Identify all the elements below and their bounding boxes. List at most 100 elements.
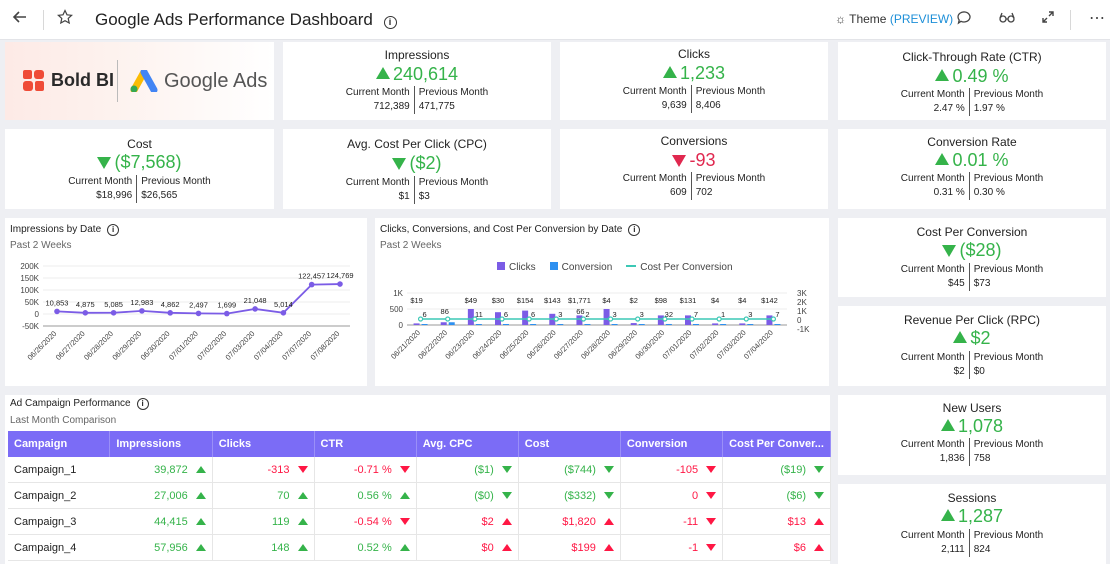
kpi-value: ($28) bbox=[838, 240, 1106, 261]
x-tick-label: 06/28/2020 bbox=[82, 329, 115, 362]
table-row[interactable]: Campaign_3 44,415 119 -0.54 % $2 $1,820 -11 $13 bbox=[8, 508, 831, 535]
table-row[interactable]: Campaign_4 57,956 148 0.52 % $0 $199 -1 $6 bbox=[8, 534, 831, 561]
data-label: 12,983 bbox=[130, 298, 153, 307]
arrow-down-icon bbox=[814, 491, 824, 499]
conversion-bar bbox=[530, 324, 537, 325]
fullscreen-icon[interactable] bbox=[1040, 9, 1056, 31]
kpi-cpc: Avg. Cost Per Click (CPC) ($2) Current M… bbox=[283, 129, 551, 209]
table-cell: -1 bbox=[620, 534, 724, 561]
table-row[interactable]: Campaign_1 39,872 -313 -0.71 % ($1) ($744) -10… bbox=[8, 457, 831, 483]
cell-value: 39,872 bbox=[154, 463, 188, 476]
trend-up-icon bbox=[940, 419, 955, 431]
conversion-bar bbox=[665, 323, 672, 325]
y2-tick-label: 3K bbox=[797, 289, 807, 298]
x-tick-label: 07/03/2020 bbox=[224, 329, 257, 362]
table-cell: ($0) bbox=[416, 482, 519, 509]
table-cell: 0.52 % bbox=[314, 534, 417, 561]
column-header[interactable]: Cost Per Conver... bbox=[722, 431, 831, 457]
data-point bbox=[82, 310, 89, 316]
cell-value: $199 bbox=[571, 541, 596, 554]
conversion-bar bbox=[720, 324, 727, 325]
arrow-down-icon bbox=[297, 465, 308, 473]
info-icon[interactable]: i bbox=[136, 398, 149, 410]
arrow-up-icon bbox=[501, 543, 512, 551]
kpi-impressions: Impressions 240,614 Current Month 712,389… bbox=[283, 42, 551, 120]
clicks-bar bbox=[413, 323, 420, 325]
cpc-data-label: $4 bbox=[738, 296, 746, 305]
boldbi-logo-icon bbox=[23, 70, 44, 91]
column-header[interactable]: Conversion bbox=[620, 431, 724, 457]
trend-up-icon bbox=[662, 66, 677, 78]
column-header[interactable]: Impressions bbox=[109, 431, 213, 457]
kpi-comparison: Current Month 2.47 % Previous Month 1.97 % bbox=[900, 88, 1044, 116]
kpi-cost: Cost ($7,568) Current Month $18,996 Previ… bbox=[5, 129, 274, 209]
star-icon[interactable] bbox=[57, 9, 73, 31]
conversion-data-label: 3 bbox=[558, 310, 562, 319]
column-header[interactable]: Cost bbox=[518, 431, 621, 457]
trend-up-icon bbox=[935, 69, 950, 81]
kpi-conversion-rate: Conversion Rate 0.01 % Current Month 0.31… bbox=[838, 129, 1106, 209]
table-cell: -313 bbox=[212, 457, 315, 483]
cell-value: 0.56 % bbox=[357, 489, 392, 502]
clicks-bar bbox=[630, 323, 637, 325]
trend-down-icon bbox=[392, 158, 407, 170]
arrow-up-icon bbox=[195, 491, 206, 499]
impressions-by-date-widget: Impressions by Date i Past 2 Weeks 200K 15… bbox=[5, 218, 367, 386]
x-tick-label: 07/04/2020 bbox=[742, 328, 775, 361]
cpc-data-label: $143 bbox=[544, 296, 561, 305]
table-row[interactable]: Campaign_2 27,006 70 0.56 % ($0) ($332) 0 ($6) bbox=[8, 482, 831, 509]
trend-down-icon bbox=[97, 157, 112, 169]
impressions-line-chart: 200K 150K 100K 50K 0 -50K 10,853 4,875 5,085 12,9… bbox=[20, 262, 353, 362]
clicks-combo-chart: 1K50003K2K1K0-1K$19606/21/20208606/22/20… bbox=[389, 289, 810, 361]
x-tick-label: 07/07/2020 bbox=[280, 329, 313, 362]
kpi-value: $2 bbox=[838, 328, 1106, 349]
google-ads-logo-text: Google Ads bbox=[164, 70, 268, 92]
data-label: 5,014 bbox=[274, 300, 293, 309]
theme-button[interactable]: ☼ Theme (PREVIEW) bbox=[835, 12, 953, 26]
theme-preview-label: (PREVIEW) bbox=[889, 12, 954, 26]
arrow-up-icon bbox=[195, 543, 206, 551]
data-point bbox=[167, 310, 173, 316]
column-header[interactable]: Clicks bbox=[212, 431, 315, 457]
x-tick-label: 06/29/2020 bbox=[110, 329, 143, 362]
comment-icon[interactable] bbox=[956, 9, 972, 31]
arrow-up-icon bbox=[603, 543, 614, 551]
conversion-data-label: 6 bbox=[531, 310, 535, 319]
table-cell: 0 bbox=[620, 482, 724, 509]
back-arrow-icon[interactable] bbox=[12, 9, 28, 31]
kpi-cost-per-conversion: Cost Per Conversion ($28) Current Month $… bbox=[838, 218, 1106, 297]
column-header[interactable]: Campaign bbox=[8, 431, 111, 457]
y-tick-label: 200K bbox=[20, 262, 39, 271]
conversion-data-label: 2 bbox=[585, 310, 589, 319]
column-header[interactable]: Avg. CPC bbox=[416, 431, 519, 457]
theme-label: Theme bbox=[849, 12, 887, 26]
kpi-comparison: Current Month $1 Previous Month $3 bbox=[345, 176, 489, 204]
conversion-bar bbox=[557, 324, 564, 325]
campaign-name: Campaign_4 bbox=[8, 534, 110, 561]
conversion-bar bbox=[611, 324, 618, 325]
glasses-icon[interactable] bbox=[998, 9, 1016, 31]
data-label: 2,497 bbox=[189, 300, 208, 309]
logo-tile: Bold BI Google Ads bbox=[5, 42, 274, 120]
y-tick-label: 0 bbox=[399, 321, 404, 330]
arrow-down-icon bbox=[399, 517, 410, 525]
arrow-down-icon bbox=[814, 465, 824, 473]
data-label: 4,862 bbox=[161, 300, 180, 309]
cpc-data-label: $4 bbox=[602, 296, 610, 305]
arrow-up-icon bbox=[603, 517, 614, 525]
cell-value: ($0) bbox=[474, 489, 494, 502]
y-tick-label: 100K bbox=[20, 286, 39, 295]
arrow-up-icon bbox=[297, 517, 308, 525]
y2-tick-label: -1K bbox=[797, 325, 810, 334]
cpc-data-label: $4 bbox=[711, 296, 719, 305]
kpi-comparison: Current Month 609 Previous Month 702 bbox=[622, 172, 766, 200]
campaign-table: Campaign Impressions Clicks CTR Avg. CPC… bbox=[8, 431, 831, 561]
conversion-data-label: 1 bbox=[721, 310, 725, 319]
info-icon[interactable]: i bbox=[383, 16, 397, 29]
arrow-down-icon bbox=[399, 465, 410, 473]
column-header[interactable]: CTR bbox=[314, 431, 417, 457]
conversion-data-label: 3 bbox=[612, 310, 616, 319]
kpi-rpc: Revenue Per Click (RPC) $2 Current Month… bbox=[838, 306, 1106, 386]
more-options-icon[interactable]: ⋯ bbox=[1089, 9, 1105, 29]
kpi-title: Cost bbox=[127, 137, 152, 151]
